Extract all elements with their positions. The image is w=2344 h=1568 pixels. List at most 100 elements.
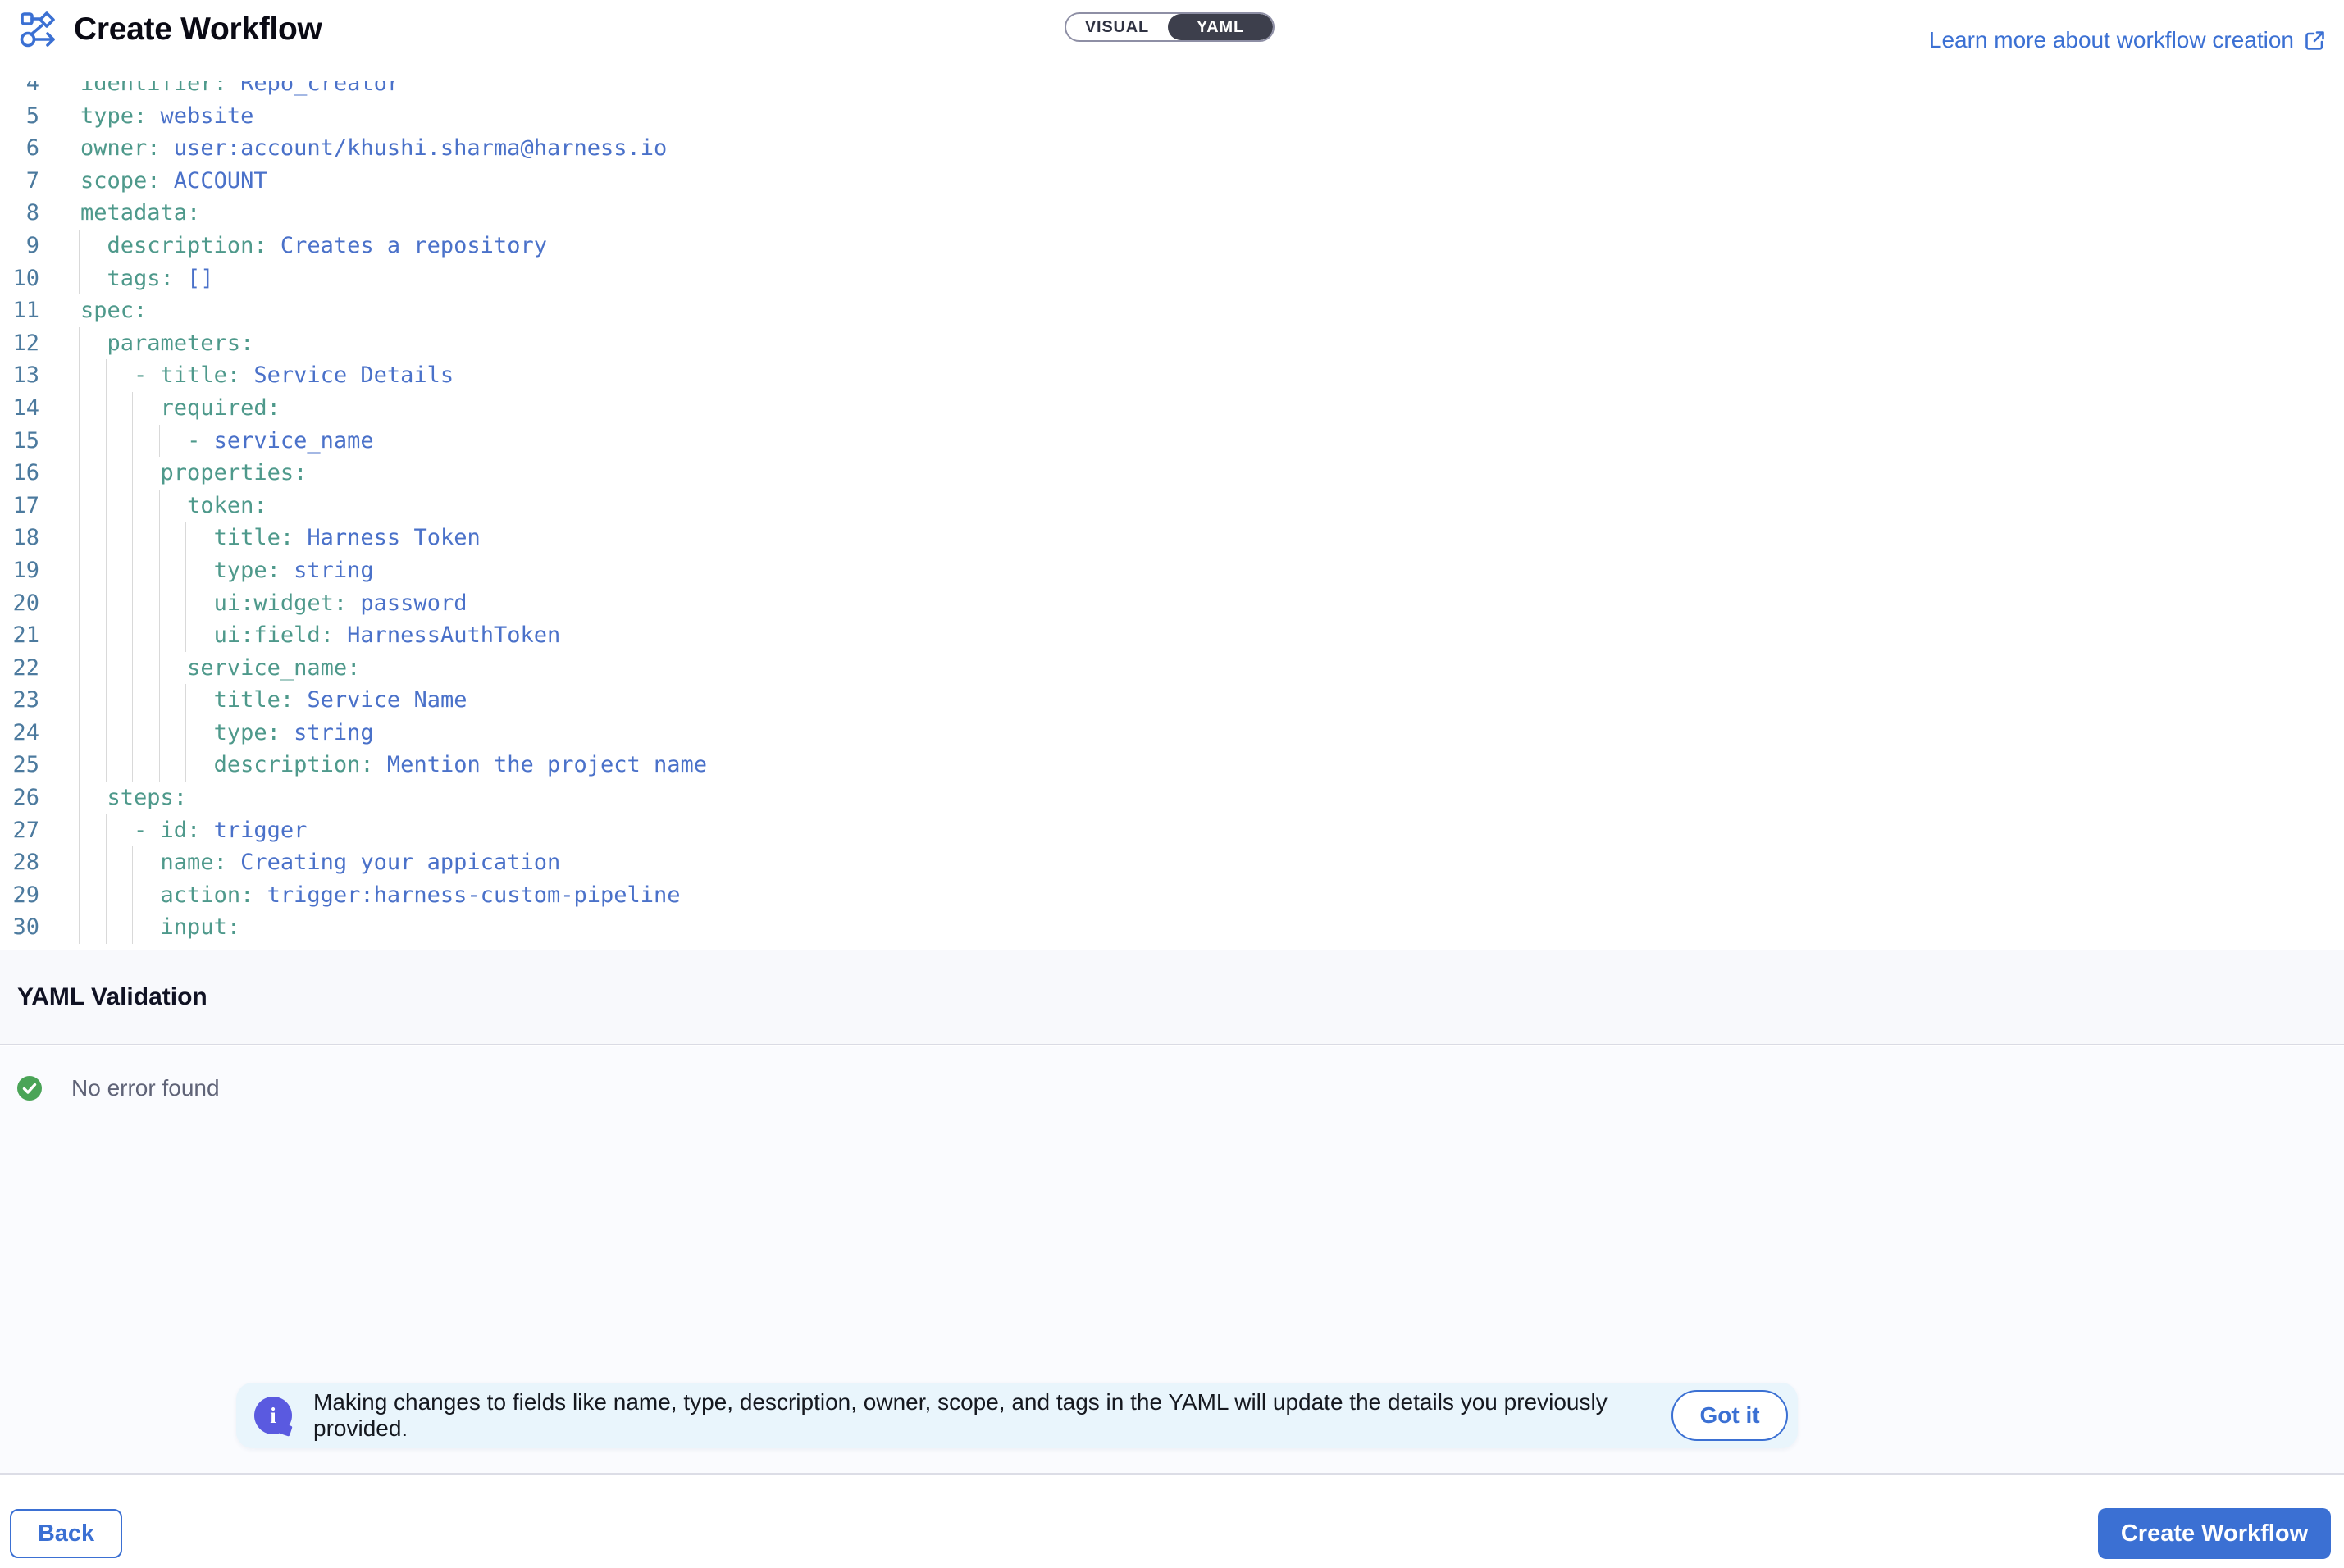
line-number: 13 bbox=[0, 359, 39, 392]
code-line[interactable]: 7scope: ACCOUNT bbox=[0, 165, 2344, 198]
external-link-icon bbox=[2304, 30, 2326, 52]
indent-guide bbox=[132, 490, 133, 522]
token-val: service_name bbox=[214, 428, 374, 454]
code-line[interactable]: 9 description: Creates a repository bbox=[0, 230, 2344, 262]
learn-more-link[interactable]: Learn more about workflow creation bbox=[1929, 0, 2326, 80]
indent-guide bbox=[79, 846, 80, 879]
code-line[interactable]: 18 title: Harness Token bbox=[0, 522, 2344, 554]
code-line[interactable]: 19type: string bbox=[0, 554, 2344, 587]
code-line[interactable]: 13 - title: Service Details bbox=[0, 359, 2344, 392]
indent-guide bbox=[185, 522, 186, 554]
code-line[interactable]: 8metadata: bbox=[0, 197, 2344, 230]
code-line[interactable]: 24type: string bbox=[0, 717, 2344, 750]
line-number: 11 bbox=[0, 294, 39, 327]
token-val: Repo_creator bbox=[227, 81, 400, 96]
header: Create Workflow VISUAL YAML Learn more a… bbox=[0, 0, 2344, 80]
line-number: 8 bbox=[0, 197, 39, 230]
token-key: title: bbox=[214, 525, 294, 550]
code-line[interactable]: 29action: trigger:harness-custom-pipelin… bbox=[0, 879, 2344, 912]
code-text: - title: Service Details bbox=[134, 359, 454, 392]
token-key: spec: bbox=[80, 298, 147, 323]
token-dash: - bbox=[134, 818, 161, 843]
code-line[interactable]: 21ui:field: HarnessAuthToken bbox=[0, 619, 2344, 652]
token-val: Harness Token bbox=[294, 525, 481, 550]
code-line[interactable]: 14required: bbox=[0, 392, 2344, 425]
code-line[interactable]: 27 - id: trigger bbox=[0, 814, 2344, 847]
token-key: tags: bbox=[107, 266, 174, 291]
create-workflow-button[interactable]: Create Workflow bbox=[2098, 1508, 2331, 1559]
indent-guide bbox=[185, 619, 186, 652]
brand: Create Workflow bbox=[20, 11, 322, 48]
line-number: 27 bbox=[0, 814, 39, 847]
indent-guide bbox=[185, 717, 186, 750]
toggle-option-visual[interactable]: VISUAL bbox=[1066, 14, 1168, 40]
line-number: 25 bbox=[0, 749, 39, 782]
token-key: id: bbox=[161, 818, 201, 843]
line-number: 26 bbox=[0, 782, 39, 814]
indent-guide bbox=[159, 619, 160, 652]
code-line[interactable]: 30input: bbox=[0, 911, 2344, 944]
indent-guide bbox=[106, 814, 107, 847]
code-text: description: Mention the project name bbox=[214, 749, 707, 782]
line-number: 12 bbox=[0, 327, 39, 360]
token-key: type: bbox=[214, 720, 280, 745]
code-line[interactable]: 25 description: Mention the project name bbox=[0, 749, 2344, 782]
token-val: string bbox=[280, 558, 374, 583]
line-number: 7 bbox=[0, 165, 39, 198]
line-number: 23 bbox=[0, 684, 39, 717]
indent-guide bbox=[79, 782, 80, 814]
indent-guide bbox=[79, 619, 80, 652]
code-line[interactable]: 6owner: user:account/khushi.sharma@harne… bbox=[0, 132, 2344, 165]
code-line[interactable]: 17token: bbox=[0, 490, 2344, 522]
line-number: 15 bbox=[0, 425, 39, 458]
indent-guide bbox=[79, 717, 80, 750]
code-text: name: Creating your appication bbox=[161, 846, 561, 879]
token-key: properties: bbox=[161, 460, 308, 485]
code-text: token: bbox=[187, 490, 267, 522]
indent-guide bbox=[79, 522, 80, 554]
line-number: 18 bbox=[0, 522, 39, 554]
indent-guide bbox=[132, 684, 133, 717]
yaml-editor[interactable]: 4identifier: Repo_creator5type: website6… bbox=[0, 81, 2344, 950]
code-line[interactable]: 23title: Service Name bbox=[0, 684, 2344, 717]
token-val: HarnessAuthToken bbox=[334, 622, 560, 648]
code-line[interactable]: 11 spec: bbox=[0, 294, 2344, 327]
indent-guide bbox=[79, 230, 80, 262]
code-line[interactable]: 20ui:widget: password bbox=[0, 587, 2344, 620]
token-key: name: bbox=[161, 850, 227, 875]
indent-guide bbox=[79, 327, 80, 360]
line-number: 9 bbox=[0, 230, 39, 262]
code-line[interactable]: 10tags: [] bbox=[0, 262, 2344, 295]
indent-guide bbox=[132, 457, 133, 490]
indent-guide bbox=[159, 425, 160, 458]
indent-guide bbox=[79, 490, 80, 522]
token-val: ACCOUNT bbox=[161, 168, 267, 194]
toggle-option-yaml[interactable]: YAML bbox=[1168, 14, 1273, 40]
code-line[interactable]: 26steps: bbox=[0, 782, 2344, 814]
code-line[interactable]: 28name: Creating your appication bbox=[0, 846, 2344, 879]
view-toggle[interactable]: VISUAL YAML bbox=[1065, 12, 1275, 42]
code-line[interactable]: 16properties: bbox=[0, 457, 2344, 490]
code-line[interactable]: 5type: website bbox=[0, 100, 2344, 133]
indent-guide bbox=[132, 717, 133, 750]
code-text: ui:widget: password bbox=[214, 587, 467, 620]
indent-guide bbox=[106, 522, 107, 554]
code-text: - id: trigger bbox=[134, 814, 307, 847]
indent-guide bbox=[106, 846, 107, 879]
indent-guide bbox=[106, 587, 107, 620]
line-number: 19 bbox=[0, 554, 39, 587]
workflow-icon bbox=[20, 11, 57, 48]
token-key: description: bbox=[107, 233, 267, 258]
code-line[interactable]: 22service_name: bbox=[0, 652, 2344, 685]
token-key: identifier: bbox=[80, 81, 227, 96]
code-line[interactable]: 15- service_name bbox=[0, 425, 2344, 458]
code-line[interactable]: 4identifier: Repo_creator bbox=[0, 81, 2344, 100]
got-it-button[interactable]: Got it bbox=[1671, 1390, 1788, 1441]
code-text: description: Creates a repository bbox=[107, 230, 547, 262]
indent-guide bbox=[106, 457, 107, 490]
code-line[interactable]: 12parameters: bbox=[0, 327, 2344, 360]
back-button[interactable]: Back bbox=[10, 1509, 122, 1558]
indent-guide bbox=[132, 425, 133, 458]
token-val: website bbox=[147, 103, 253, 129]
indent-guide bbox=[159, 717, 160, 750]
